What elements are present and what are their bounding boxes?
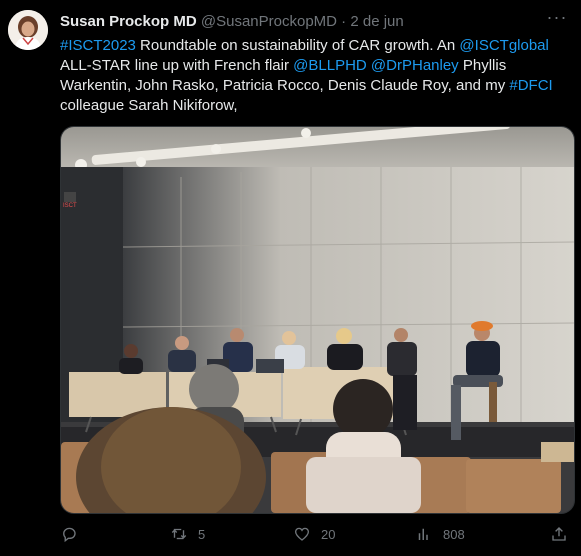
tweet-header: Susan Prockop MD @SusanProckopMD · 2 de … (60, 12, 541, 32)
mention-link[interactable]: @ISCTglobal (459, 37, 548, 54)
conference-panel-photo: ISCT (61, 127, 574, 513)
tweet-action-bar: 5 20 808 (60, 522, 573, 546)
retweet-icon (171, 528, 187, 540)
mention-link[interactable]: @DrPHanley (371, 57, 459, 74)
hashtag-link[interactable]: #ISCT2023 (60, 37, 136, 54)
tweet-text-segment: ALL-STAR line up with French flair (60, 57, 294, 74)
tweet-media-image[interactable]: ISCT (60, 126, 575, 514)
reply-icon (63, 527, 76, 543)
tweet-date[interactable]: 2 de jun (350, 13, 403, 30)
mention-link[interactable]: @BLLPHD (293, 57, 367, 74)
isct-sign: ISCT (63, 203, 77, 209)
tweet-text-segment: colleague Sarah Nikiforow, (60, 97, 238, 114)
retweet-count: 5 (198, 526, 206, 542)
hashtag-link[interactable]: #DFCI (509, 77, 552, 94)
avatar-image (8, 10, 48, 50)
views-chart-icon (418, 528, 428, 540)
share-icon (552, 527, 566, 541)
like-button[interactable]: 20 (293, 522, 335, 546)
reply-button[interactable] (60, 522, 88, 546)
retweet-button[interactable]: 5 (170, 522, 205, 546)
author-handle[interactable]: @SusanProckopMD (201, 13, 337, 30)
views-button[interactable]: 808 (415, 522, 465, 546)
like-count: 20 (321, 526, 336, 542)
separator-dot: · (341, 13, 347, 30)
views-count: 808 (443, 526, 465, 542)
share-button[interactable] (550, 522, 578, 546)
tweet-text-segment: Roundtable on sustainability of CAR grow… (135, 37, 460, 54)
heart-icon (294, 527, 310, 541)
author-name[interactable]: Susan Prockop MD (60, 13, 197, 30)
tweet-text: #ISCT2023 Roundtable on sustainability o… (60, 36, 568, 116)
more-icon[interactable]: ··· (545, 8, 569, 30)
avatar[interactable] (8, 10, 48, 50)
